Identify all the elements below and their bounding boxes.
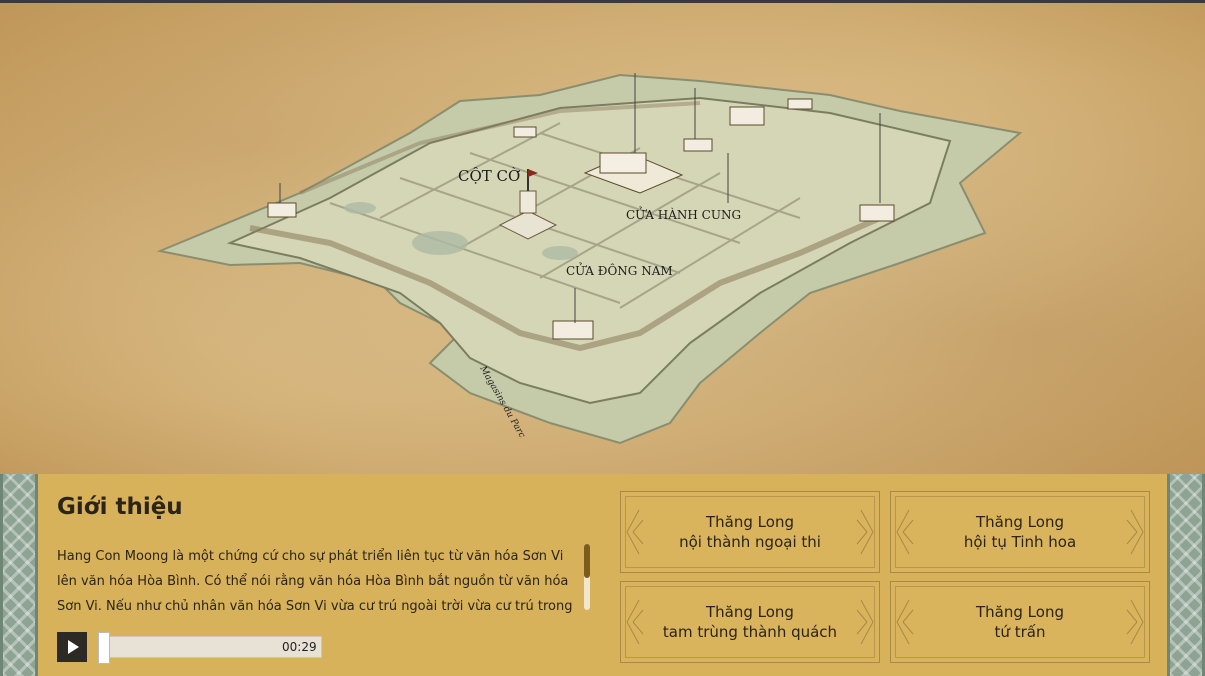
card-title: Thăng Long bbox=[976, 603, 1064, 621]
card-subtitle: nội thành ngoại thi bbox=[679, 533, 821, 551]
decorative-border-right bbox=[1167, 474, 1205, 676]
ornament-icon bbox=[896, 509, 914, 555]
ornament-icon bbox=[856, 509, 874, 555]
citadel-map[interactable]: CỘT CỜ CỬA HÀNH CUNG CỬA ĐÔNG NAM Magasi… bbox=[0, 0, 1205, 474]
citadel-map-illustration: CỘT CỜ CỬA HÀNH CUNG CỬA ĐÔNG NAM Magasi… bbox=[156, 73, 1023, 445]
label-cua-hanh-cung: CỬA HÀNH CUNG bbox=[626, 205, 741, 222]
ornament-icon bbox=[626, 509, 644, 555]
ornament-icon bbox=[1126, 599, 1144, 645]
play-icon bbox=[68, 640, 79, 654]
audio-time: 00:29 bbox=[282, 640, 317, 654]
intro-scroll-thumb[interactable] bbox=[584, 544, 590, 578]
intro-title: Giới thiệu bbox=[57, 494, 183, 520]
card-subtitle: hội tụ Tinh hoa bbox=[963, 533, 1077, 551]
topic-card-tu-tran[interactable]: Thăng Long tứ trấn bbox=[890, 581, 1150, 663]
ornament-icon bbox=[856, 599, 874, 645]
pond bbox=[344, 202, 376, 214]
card-label: Thăng Long tam trùng thành quách bbox=[663, 602, 837, 642]
pond bbox=[412, 231, 468, 255]
ornament-icon bbox=[1126, 509, 1144, 555]
app: CỘT CỜ CỬA HÀNH CUNG CỬA ĐÔNG NAM Magasi… bbox=[0, 0, 1205, 676]
ornament-icon bbox=[626, 599, 644, 645]
pond bbox=[542, 246, 578, 260]
card-label: Thăng Long nội thành ngoại thi bbox=[679, 512, 821, 552]
card-title: Thăng Long bbox=[976, 513, 1064, 531]
label-cua-dong-nam: CỬA ĐÔNG NAM bbox=[566, 261, 673, 278]
topic-card-noi-thanh[interactable]: Thăng Long nội thành ngoại thi bbox=[620, 491, 880, 573]
card-title: Thăng Long bbox=[706, 603, 794, 621]
audio-progress-handle[interactable] bbox=[98, 632, 110, 664]
decorative-border-left bbox=[0, 474, 38, 676]
card-subtitle: tứ trấn bbox=[994, 623, 1046, 641]
topic-card-tam-trung[interactable]: Thăng Long tam trùng thành quách bbox=[620, 581, 880, 663]
card-label: Thăng Long hội tụ Tinh hoa bbox=[964, 512, 1076, 552]
intro-text: Hang Con Moong là một chứng cứ cho sự ph… bbox=[57, 549, 573, 614]
info-panel: Giới thiệu Hang Con Moong là một chứng c… bbox=[0, 474, 1205, 676]
label-cot-co: CỘT CỜ bbox=[458, 167, 520, 185]
card-label: Thăng Long tứ trấn bbox=[976, 602, 1064, 642]
play-button[interactable] bbox=[57, 632, 87, 662]
topic-card-hoi-tu[interactable]: Thăng Long hội tụ Tinh hoa bbox=[890, 491, 1150, 573]
ornament-icon bbox=[896, 599, 914, 645]
card-title: Thăng Long bbox=[706, 513, 794, 531]
card-subtitle: tam trùng thành quách bbox=[662, 623, 838, 641]
